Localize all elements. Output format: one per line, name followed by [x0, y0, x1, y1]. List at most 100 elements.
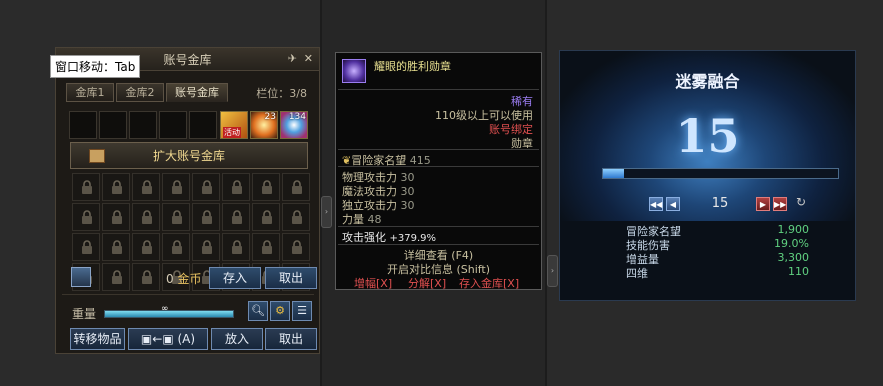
weight-bar: ∞ — [104, 304, 234, 318]
pin-icon[interactable]: ✈ — [288, 52, 297, 65]
prev-page-icon[interactable]: ◀ — [666, 197, 680, 211]
locked-slot — [192, 173, 220, 201]
deposit-gold-button[interactable]: 存入 — [209, 267, 261, 289]
orb-item[interactable]: 134 — [280, 111, 308, 139]
locked-slot — [162, 173, 190, 201]
last-page-icon[interactable]: ▶▶ — [773, 197, 787, 211]
locked-slot — [222, 173, 250, 201]
divider — [338, 89, 539, 90]
divider — [338, 244, 539, 245]
lock-icon — [172, 240, 182, 254]
divider — [338, 166, 539, 167]
enhance-label: 攻击强化 — [342, 231, 386, 244]
fusion-stat-value: 3,300 — [777, 251, 810, 264]
close-icon[interactable]: ✕ — [304, 52, 313, 65]
vault-slot[interactable] — [159, 111, 187, 139]
lock-icon — [202, 210, 212, 224]
lock-icon — [292, 180, 302, 194]
locked-slot — [102, 263, 130, 291]
next-page-icon[interactable]: ▶ — [756, 197, 770, 211]
gold-amount: 0 金币 — [166, 270, 201, 287]
fusion-stat-value: 110 — [788, 265, 809, 278]
stat-row: 力量 48 — [342, 211, 382, 227]
lock-icon — [262, 210, 272, 224]
gear-icon[interactable]: ⚙ — [270, 301, 290, 321]
enhance-value: +379.9% — [389, 233, 437, 244]
mist-fusion-panel: 迷雾融合 15 ◀◀ ◀ 15 ▶ ▶▶ ↻ 冒险家名望 1,900 技能伤害 … — [559, 50, 856, 301]
locked-slot — [162, 233, 190, 261]
stat-value: 48 — [367, 213, 382, 226]
lock-icon — [262, 240, 272, 254]
lock-icon — [292, 240, 302, 254]
transfer-direction-button[interactable]: ▣←▣ (A) — [128, 328, 208, 350]
lock-icon — [232, 180, 242, 194]
first-page-icon[interactable]: ◀◀ — [649, 197, 663, 211]
fusion-stat-label: 四维 — [626, 267, 648, 280]
locked-slot — [72, 233, 100, 261]
tab-vault-2[interactable]: 金库2 — [116, 83, 164, 102]
window-move-tooltip: 窗口移动：Tab — [50, 55, 141, 78]
lock-icon — [82, 240, 92, 254]
lock-icon — [82, 180, 92, 194]
disassemble-action[interactable]: 分解[X] — [408, 275, 446, 291]
enhance-row: 攻击强化 +379.9% — [342, 229, 436, 245]
locked-slot — [252, 173, 280, 201]
lock-icon — [112, 210, 122, 224]
weight-value: ∞ — [161, 304, 169, 314]
divider — [338, 149, 539, 150]
transfer-shortcut: (A) — [177, 332, 196, 346]
store-vault-action[interactable]: 存入金库[X] — [459, 275, 519, 291]
lock-icon — [112, 270, 122, 284]
amplify-action[interactable]: 增幅[X] — [354, 275, 392, 291]
refresh-icon[interactable]: ↻ — [796, 195, 806, 209]
lock-icon — [292, 210, 302, 224]
search-icon[interactable]: 🔍︎ — [248, 301, 268, 321]
tab-account-vault[interactable]: 账号金库 — [166, 83, 228, 102]
locked-slot — [222, 233, 250, 261]
account-vault-window: 账号金库 ✈ ✕ 窗口移动：Tab 金库1 金库2 账号金库 栏位：3/8 活动… — [50, 47, 320, 354]
expand-vault-button[interactable]: 扩大账号金库 — [70, 142, 308, 169]
fire-box-item[interactable]: 23 — [250, 111, 278, 139]
locked-slot — [72, 203, 100, 231]
lock-icon — [262, 180, 272, 194]
locked-slot — [132, 173, 160, 201]
lock-icon — [142, 210, 152, 224]
locked-slot — [282, 233, 310, 261]
vault-slot[interactable] — [69, 111, 97, 139]
fusion-title: 迷雾融合 — [675, 72, 740, 91]
locked-slot — [132, 233, 160, 261]
weight-bar-fill — [105, 311, 233, 317]
slot-count: 栏位：3/8 — [256, 87, 307, 100]
activity-box-item[interactable]: 活动 — [220, 111, 248, 139]
list-icon[interactable]: ☰ — [292, 301, 312, 321]
transfer-items-button[interactable]: 转移物品 — [70, 328, 125, 350]
activity-badge: 活动 — [223, 127, 241, 138]
vault-slot[interactable] — [99, 111, 127, 139]
gold-unit: 金币 — [177, 272, 202, 286]
locked-slot — [282, 173, 310, 201]
chest-icon — [89, 149, 105, 163]
locked-slot — [72, 173, 100, 201]
tab-vault-1[interactable]: 金库1 — [66, 83, 114, 102]
item-count: 134 — [288, 112, 306, 122]
weight-label: 重量 — [72, 307, 97, 321]
collapse-handle[interactable]: › — [321, 196, 332, 228]
lock-icon — [232, 240, 242, 254]
lock-icon — [82, 210, 92, 224]
vault-slot[interactable] — [189, 111, 217, 139]
withdraw-gold-button[interactable]: 取出 — [265, 267, 317, 289]
locked-slot — [282, 203, 310, 231]
locked-slot — [192, 203, 220, 231]
box-icon: ▣←▣ — [140, 332, 174, 346]
take-out-button[interactable]: 取出 — [265, 328, 317, 350]
vault-slot[interactable] — [129, 111, 157, 139]
fusion-progress-fill — [603, 169, 625, 178]
put-in-button[interactable]: 放入 — [211, 328, 263, 350]
locked-slot — [252, 203, 280, 231]
stat-label: 力量 — [342, 213, 364, 226]
collapse-handle[interactable]: › — [547, 255, 558, 287]
lock-icon — [142, 180, 152, 194]
lock-icon — [202, 180, 212, 194]
sort-items-icon[interactable] — [71, 267, 91, 287]
locked-slot — [102, 203, 130, 231]
